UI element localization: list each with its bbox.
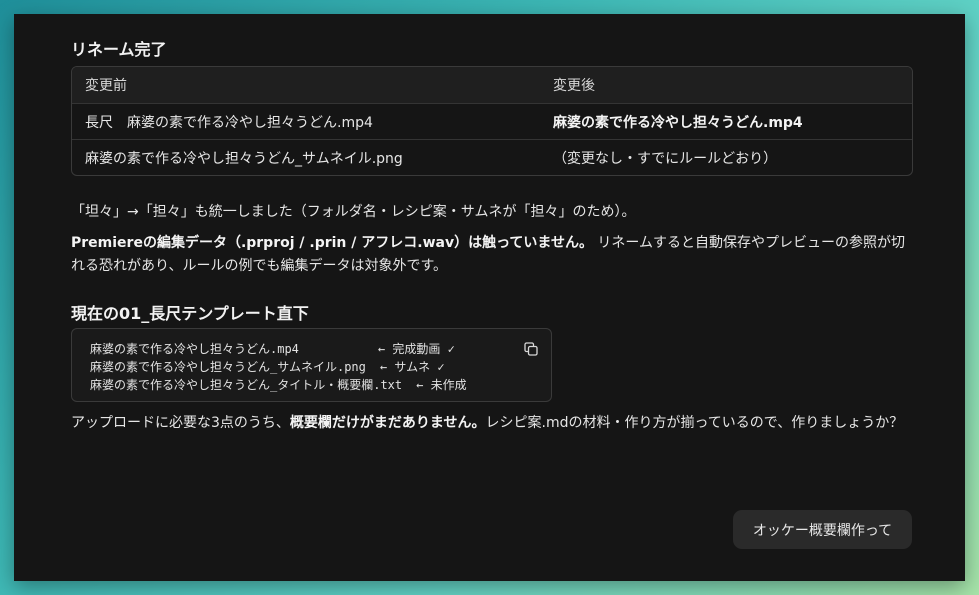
code-note: ← 未作成 bbox=[416, 378, 467, 392]
unify-note: 「坦々」→「担々」も統一しました（フォルダ名・レシピ案・サムネが「担々」のため）… bbox=[71, 204, 636, 220]
code-file: 麻婆の素で作る冷やし担々うどん_サムネイル.png bbox=[90, 360, 366, 374]
table-header-row: 変更前 変更後 bbox=[72, 67, 912, 103]
cell-before: 麻婆の素で作る冷やし担々うどん_サムネイル.png bbox=[85, 150, 403, 167]
rename-table: 変更前 変更後 長尺 麻婆の素で作る冷やし担々うどん.mp4 麻婆の素で作る冷や… bbox=[71, 66, 913, 176]
folder-heading: 現在の01_長尺テンプレート直下 bbox=[71, 304, 309, 323]
create-description-button[interactable]: オッケー概要欄作って bbox=[733, 510, 912, 549]
premiere-note: Premiereの編集データ（.prproj / .prin / アフレコ.wa… bbox=[71, 232, 911, 278]
table-row: 長尺 麻婆の素で作る冷やし担々うどん.mp4 麻婆の素で作る冷やし担々うどん.m… bbox=[72, 103, 912, 139]
cell-after: （変更なし・すでにルールどおり） bbox=[553, 150, 778, 167]
code-note: ← 完成動画 ✓ bbox=[377, 342, 455, 356]
code-line: 麻婆の素で作る冷やし担々うどん_タイトル・概要欄.txt ← 未作成 bbox=[90, 376, 467, 393]
code-note: ← サムネ ✓ bbox=[379, 360, 445, 374]
code-line: 麻婆の素で作る冷やし担々うどん_サムネイル.png ← サムネ ✓ bbox=[90, 358, 445, 375]
code-line: 麻婆の素で作る冷やし担々うどん.mp4 ← 完成動画 ✓ bbox=[90, 340, 455, 357]
code-file: 麻婆の素で作る冷やし担々うどん_タイトル・概要欄.txt bbox=[90, 378, 403, 392]
folder-code-block: 麻婆の素で作る冷やし担々うどん.mp4 ← 完成動画 ✓ 麻婆の素で作る冷やし担… bbox=[71, 328, 552, 402]
chat-window: リネーム完了 変更前 変更後 長尺 麻婆の素で作る冷やし担々うどん.mp4 麻婆… bbox=[14, 14, 965, 581]
cell-before: 長尺 麻婆の素で作る冷やし担々うどん.mp4 bbox=[85, 114, 373, 131]
rename-complete-heading: リネーム完了 bbox=[71, 40, 167, 59]
cell-after: 麻婆の素で作る冷やし担々うどん.mp4 bbox=[553, 114, 803, 131]
next-step-post: レシピ案.mdの材料・作り方が揃っているので、作りましょうか？ bbox=[485, 415, 904, 431]
code-file: 麻婆の素で作る冷やし担々うどん.mp4 bbox=[90, 342, 364, 356]
next-step-pre: アップロードに必要な3点のうち、 bbox=[71, 415, 290, 431]
premiere-note-bold: Premiereの編集データ（.prproj / .prin / アフレコ.wa… bbox=[71, 235, 593, 251]
next-step-bold: 概要欄だけがまだありません。 bbox=[289, 415, 486, 431]
header-before: 変更前 bbox=[85, 78, 127, 94]
next-step-note: アップロードに必要な3点のうち、概要欄だけがまだありません。レシピ案.mdの材料… bbox=[71, 412, 911, 435]
copy-icon[interactable] bbox=[524, 342, 538, 356]
header-after: 変更後 bbox=[553, 78, 595, 94]
table-row: 麻婆の素で作る冷やし担々うどん_サムネイル.png （変更なし・すでにルールどお… bbox=[72, 139, 912, 175]
